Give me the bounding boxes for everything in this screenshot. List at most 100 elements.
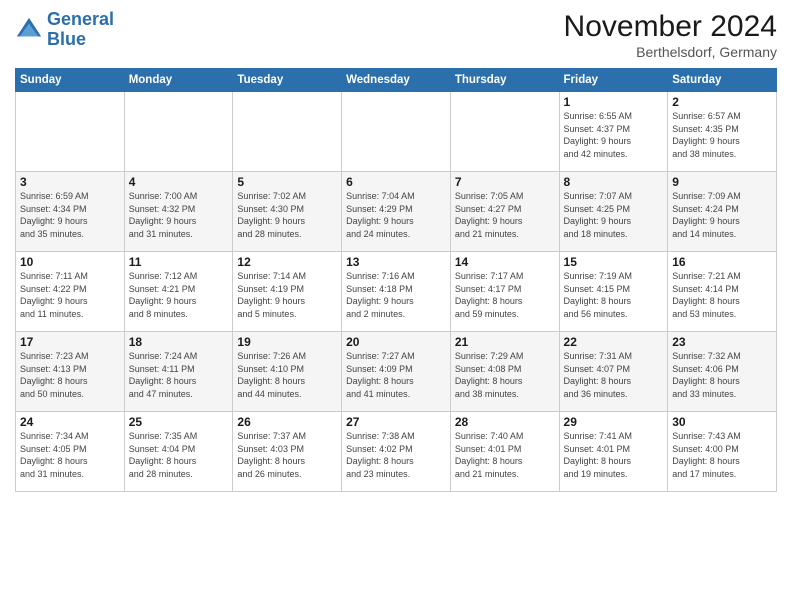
calendar-cell: 25Sunrise: 7:35 AM Sunset: 4:04 PM Dayli…	[124, 412, 233, 492]
day-number: 7	[455, 175, 555, 189]
day-number: 5	[237, 175, 337, 189]
day-info: Sunrise: 7:41 AM Sunset: 4:01 PM Dayligh…	[564, 430, 664, 480]
day-info: Sunrise: 7:07 AM Sunset: 4:25 PM Dayligh…	[564, 190, 664, 240]
day-info: Sunrise: 7:17 AM Sunset: 4:17 PM Dayligh…	[455, 270, 555, 320]
calendar-cell: 8Sunrise: 7:07 AM Sunset: 4:25 PM Daylig…	[559, 172, 668, 252]
weekday-header-wednesday: Wednesday	[342, 69, 451, 92]
day-number: 2	[672, 95, 772, 109]
calendar-cell: 24Sunrise: 7:34 AM Sunset: 4:05 PM Dayli…	[16, 412, 125, 492]
day-number: 3	[20, 175, 120, 189]
day-number: 10	[20, 255, 120, 269]
calendar-week-2: 3Sunrise: 6:59 AM Sunset: 4:34 PM Daylig…	[16, 172, 777, 252]
day-info: Sunrise: 7:26 AM Sunset: 4:10 PM Dayligh…	[237, 350, 337, 400]
weekday-header-monday: Monday	[124, 69, 233, 92]
calendar-cell: 2Sunrise: 6:57 AM Sunset: 4:35 PM Daylig…	[668, 92, 777, 172]
calendar-cell: 15Sunrise: 7:19 AM Sunset: 4:15 PM Dayli…	[559, 252, 668, 332]
day-number: 21	[455, 335, 555, 349]
day-info: Sunrise: 7:12 AM Sunset: 4:21 PM Dayligh…	[129, 270, 229, 320]
calendar-cell: 18Sunrise: 7:24 AM Sunset: 4:11 PM Dayli…	[124, 332, 233, 412]
page-header: General Blue November 2024 Berthelsdorf,…	[15, 10, 777, 60]
day-number: 28	[455, 415, 555, 429]
day-info: Sunrise: 7:32 AM Sunset: 4:06 PM Dayligh…	[672, 350, 772, 400]
calendar-cell: 11Sunrise: 7:12 AM Sunset: 4:21 PM Dayli…	[124, 252, 233, 332]
weekday-header-saturday: Saturday	[668, 69, 777, 92]
day-info: Sunrise: 7:00 AM Sunset: 4:32 PM Dayligh…	[129, 190, 229, 240]
day-number: 23	[672, 335, 772, 349]
calendar-cell: 30Sunrise: 7:43 AM Sunset: 4:00 PM Dayli…	[668, 412, 777, 492]
calendar-table: SundayMondayTuesdayWednesdayThursdayFrid…	[15, 68, 777, 492]
day-number: 6	[346, 175, 446, 189]
day-info: Sunrise: 7:09 AM Sunset: 4:24 PM Dayligh…	[672, 190, 772, 240]
calendar-cell: 14Sunrise: 7:17 AM Sunset: 4:17 PM Dayli…	[450, 252, 559, 332]
weekday-header-thursday: Thursday	[450, 69, 559, 92]
day-number: 26	[237, 415, 337, 429]
day-number: 13	[346, 255, 446, 269]
calendar-cell: 1Sunrise: 6:55 AM Sunset: 4:37 PM Daylig…	[559, 92, 668, 172]
calendar-cell: 28Sunrise: 7:40 AM Sunset: 4:01 PM Dayli…	[450, 412, 559, 492]
day-number: 30	[672, 415, 772, 429]
day-number: 14	[455, 255, 555, 269]
day-info: Sunrise: 7:11 AM Sunset: 4:22 PM Dayligh…	[20, 270, 120, 320]
day-number: 1	[564, 95, 664, 109]
day-info: Sunrise: 7:04 AM Sunset: 4:29 PM Dayligh…	[346, 190, 446, 240]
day-info: Sunrise: 7:23 AM Sunset: 4:13 PM Dayligh…	[20, 350, 120, 400]
calendar-cell	[233, 92, 342, 172]
day-number: 4	[129, 175, 229, 189]
location: Berthelsdorf, Germany	[564, 44, 777, 60]
day-info: Sunrise: 7:37 AM Sunset: 4:03 PM Dayligh…	[237, 430, 337, 480]
day-number: 29	[564, 415, 664, 429]
day-number: 19	[237, 335, 337, 349]
calendar-cell: 29Sunrise: 7:41 AM Sunset: 4:01 PM Dayli…	[559, 412, 668, 492]
logo-text: General Blue	[47, 10, 114, 50]
calendar-cell	[450, 92, 559, 172]
logo-icon	[15, 16, 43, 44]
day-number: 8	[564, 175, 664, 189]
day-info: Sunrise: 7:21 AM Sunset: 4:14 PM Dayligh…	[672, 270, 772, 320]
day-info: Sunrise: 7:27 AM Sunset: 4:09 PM Dayligh…	[346, 350, 446, 400]
day-info: Sunrise: 7:35 AM Sunset: 4:04 PM Dayligh…	[129, 430, 229, 480]
page-container: General Blue November 2024 Berthelsdorf,…	[0, 0, 792, 497]
calendar-cell: 22Sunrise: 7:31 AM Sunset: 4:07 PM Dayli…	[559, 332, 668, 412]
calendar-cell: 7Sunrise: 7:05 AM Sunset: 4:27 PM Daylig…	[450, 172, 559, 252]
day-info: Sunrise: 7:43 AM Sunset: 4:00 PM Dayligh…	[672, 430, 772, 480]
day-number: 24	[20, 415, 120, 429]
day-number: 25	[129, 415, 229, 429]
day-number: 18	[129, 335, 229, 349]
weekday-header-tuesday: Tuesday	[233, 69, 342, 92]
day-number: 20	[346, 335, 446, 349]
calendar-cell: 5Sunrise: 7:02 AM Sunset: 4:30 PM Daylig…	[233, 172, 342, 252]
day-info: Sunrise: 6:57 AM Sunset: 4:35 PM Dayligh…	[672, 110, 772, 160]
calendar-week-5: 24Sunrise: 7:34 AM Sunset: 4:05 PM Dayli…	[16, 412, 777, 492]
calendar-cell: 21Sunrise: 7:29 AM Sunset: 4:08 PM Dayli…	[450, 332, 559, 412]
calendar-cell: 13Sunrise: 7:16 AM Sunset: 4:18 PM Dayli…	[342, 252, 451, 332]
calendar-cell: 16Sunrise: 7:21 AM Sunset: 4:14 PM Dayli…	[668, 252, 777, 332]
day-info: Sunrise: 7:38 AM Sunset: 4:02 PM Dayligh…	[346, 430, 446, 480]
day-info: Sunrise: 7:31 AM Sunset: 4:07 PM Dayligh…	[564, 350, 664, 400]
month-title: November 2024	[564, 10, 777, 44]
day-number: 9	[672, 175, 772, 189]
day-info: Sunrise: 7:05 AM Sunset: 4:27 PM Dayligh…	[455, 190, 555, 240]
day-number: 16	[672, 255, 772, 269]
weekday-header-friday: Friday	[559, 69, 668, 92]
calendar-cell	[124, 92, 233, 172]
calendar-cell: 9Sunrise: 7:09 AM Sunset: 4:24 PM Daylig…	[668, 172, 777, 252]
calendar-cell: 23Sunrise: 7:32 AM Sunset: 4:06 PM Dayli…	[668, 332, 777, 412]
day-number: 15	[564, 255, 664, 269]
day-info: Sunrise: 7:14 AM Sunset: 4:19 PM Dayligh…	[237, 270, 337, 320]
calendar-cell	[16, 92, 125, 172]
weekday-header-sunday: Sunday	[16, 69, 125, 92]
day-number: 22	[564, 335, 664, 349]
day-number: 27	[346, 415, 446, 429]
calendar-cell: 6Sunrise: 7:04 AM Sunset: 4:29 PM Daylig…	[342, 172, 451, 252]
day-info: Sunrise: 7:40 AM Sunset: 4:01 PM Dayligh…	[455, 430, 555, 480]
day-number: 12	[237, 255, 337, 269]
calendar-week-3: 10Sunrise: 7:11 AM Sunset: 4:22 PM Dayli…	[16, 252, 777, 332]
calendar-cell: 19Sunrise: 7:26 AM Sunset: 4:10 PM Dayli…	[233, 332, 342, 412]
calendar-cell: 27Sunrise: 7:38 AM Sunset: 4:02 PM Dayli…	[342, 412, 451, 492]
day-info: Sunrise: 7:02 AM Sunset: 4:30 PM Dayligh…	[237, 190, 337, 240]
day-info: Sunrise: 6:55 AM Sunset: 4:37 PM Dayligh…	[564, 110, 664, 160]
day-info: Sunrise: 7:19 AM Sunset: 4:15 PM Dayligh…	[564, 270, 664, 320]
calendar-cell: 17Sunrise: 7:23 AM Sunset: 4:13 PM Dayli…	[16, 332, 125, 412]
logo: General Blue	[15, 10, 114, 50]
day-number: 17	[20, 335, 120, 349]
